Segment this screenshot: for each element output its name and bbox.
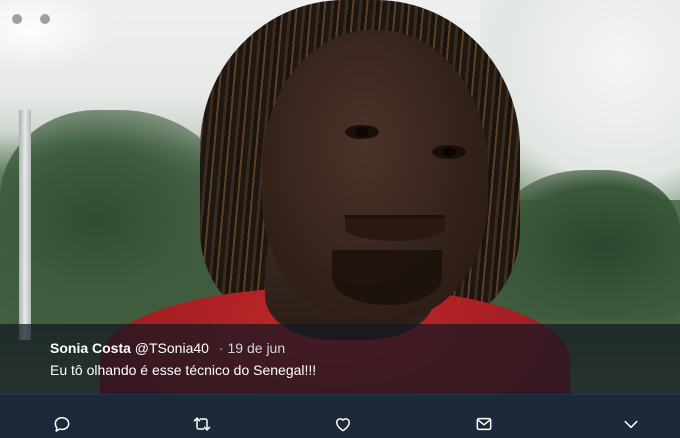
- photo-lamp: [12, 14, 22, 24]
- retweet-icon: [193, 417, 211, 431]
- photo-light-pole: [19, 110, 31, 340]
- photo-mouth: [345, 215, 445, 241]
- reply-icon: [54, 417, 70, 432]
- more-button[interactable]: [620, 413, 642, 435]
- author-name[interactable]: Sonia Costa: [50, 340, 131, 356]
- tweet-date[interactable]: 19 de jun: [228, 340, 286, 356]
- author-handle[interactable]: @TSonia40: [135, 340, 209, 356]
- retweet-button[interactable]: [191, 413, 213, 435]
- photo-eye-left: [345, 125, 379, 139]
- tweet-caption: Sonia Costa @TSonia40 · 19 de jun Eu tô o…: [0, 324, 680, 394]
- photo-eye-right: [432, 145, 466, 159]
- direct-message-icon: [476, 417, 492, 431]
- like-icon: [336, 418, 350, 432]
- tweet-header: Sonia Costa @TSonia40 · 19 de jun: [50, 339, 680, 357]
- photo-lamp: [40, 14, 50, 24]
- direct-message-button[interactable]: [473, 413, 495, 435]
- photo-beard: [332, 250, 442, 305]
- like-button[interactable]: [332, 413, 354, 435]
- header-separator: ·: [218, 340, 224, 356]
- tweet-action-bar: [0, 394, 680, 438]
- tweet-text: Eu tô olhando é esse técnico do Senegal!…: [50, 362, 317, 378]
- reply-button[interactable]: [51, 413, 73, 435]
- more-chevron-icon: [624, 420, 638, 429]
